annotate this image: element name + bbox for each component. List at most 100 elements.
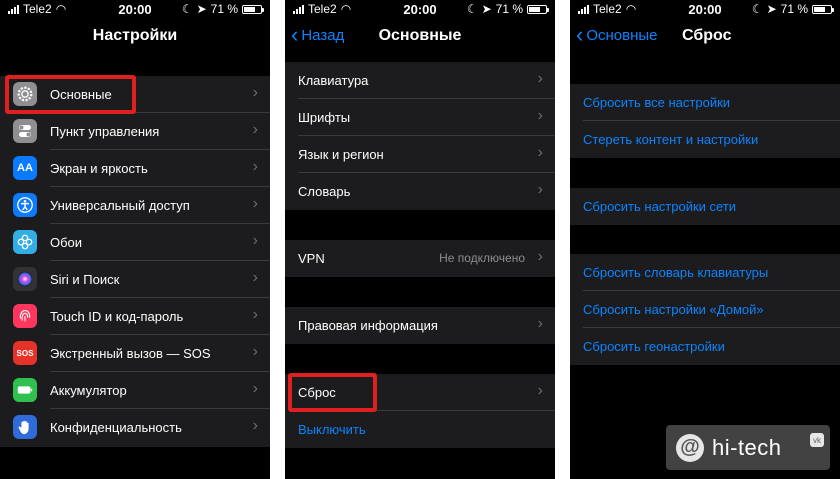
- sos-icon: SOS: [13, 341, 37, 365]
- legal-row[interactable]: Правовая информация ›: [285, 307, 555, 344]
- general-row-label: Шрифты: [298, 110, 351, 125]
- vpn-status: Не подключено: [439, 251, 525, 265]
- wallpaper-icon: [13, 230, 37, 254]
- vpn-group: VPN Не подключено ›: [285, 240, 555, 277]
- reset-option-row[interactable]: Сбросить настройки «Домой»: [570, 291, 840, 328]
- settings-row-sos[interactable]: SOS Экстренный вызов — SOS ›: [0, 335, 270, 372]
- reset-option-label: Стереть контент и настройки: [583, 132, 759, 147]
- settings-row-accessibility[interactable]: Универсальный доступ ›: [0, 187, 270, 224]
- nav-bar: Настройки: [0, 18, 270, 56]
- input-settings-group: Клавиатура › Шрифты › Язык и регион › Словарь ›: [285, 62, 555, 210]
- chevron-right-icon: ›: [537, 144, 543, 161]
- shutdown-label: Выключить: [298, 422, 366, 437]
- chevron-right-icon: ›: [537, 70, 543, 87]
- status-bar: Tele2 ◠ 20:00 ☾ ➤ 71 %: [285, 0, 555, 18]
- hi-tech-watermark: @ hi-tech vk: [666, 425, 830, 470]
- battery-icon: [242, 4, 264, 14]
- shutdown-row[interactable]: Выключить: [285, 411, 555, 448]
- general-screen: Tele2 ◠ 20:00 ☾ ➤ 71 % ‹ Назад Основные Клав…: [285, 0, 555, 479]
- chevron-right-icon: ›: [252, 380, 258, 397]
- siri-icon: [13, 267, 37, 291]
- legal-group: Правовая информация ›: [285, 307, 555, 344]
- reset-option-row[interactable]: Сбросить словарь клавиатуры: [570, 254, 840, 291]
- general-row-label: Язык и регион: [298, 147, 384, 162]
- reset-group-1: Сбросить все настройки Стереть контент и …: [570, 84, 840, 158]
- settings-row-privacy-hand[interactable]: Конфиденциальность ›: [0, 409, 270, 446]
- chevron-right-icon: ›: [252, 417, 258, 434]
- battery-label: 71 %: [210, 2, 238, 16]
- settings-row-wallpaper[interactable]: Обои ›: [0, 224, 270, 261]
- location-icon: ➤: [766, 2, 777, 16]
- vk-icon: vk: [810, 433, 824, 447]
- settings-list: Основные › Пункт управления › AA Экран и ярко…: [0, 76, 270, 447]
- general-row[interactable]: Язык и регион ›: [285, 136, 555, 173]
- status-bar: Tele2 ◠ 20:00 ☾ ➤ 71 %: [0, 0, 270, 18]
- moon-icon: ☾: [181, 2, 193, 16]
- reset-option-label: Сбросить геонастройки: [583, 339, 725, 354]
- chevron-right-icon: ›: [537, 248, 543, 265]
- legal-label: Правовая информация: [298, 318, 438, 333]
- settings-row-label: Экран и яркость: [50, 161, 148, 176]
- battery-icon: [13, 378, 37, 402]
- settings-row-fingerprint[interactable]: Touch ID и код-пароль ›: [0, 298, 270, 335]
- battery-icon: [812, 4, 834, 14]
- reset-option-label: Сбросить настройки «Домой»: [583, 302, 764, 317]
- settings-row-label: Аккумулятор: [50, 383, 127, 398]
- chevron-right-icon: ›: [252, 158, 258, 175]
- settings-row-label: Универсальный доступ: [50, 198, 190, 213]
- battery-label: 71 %: [780, 2, 808, 16]
- nav-bar: ‹ Назад Основные: [285, 18, 555, 56]
- battery-label: 71 %: [495, 2, 523, 16]
- vpn-label: VPN: [298, 251, 325, 266]
- page-title: Сброс: [682, 27, 732, 44]
- settings-row-label: Конфиденциальность: [50, 420, 182, 435]
- battery-fill: [244, 6, 256, 12]
- general-row[interactable]: Клавиатура ›: [285, 62, 555, 99]
- battery-icon: [527, 4, 549, 14]
- back-label: Основные: [586, 26, 658, 44]
- battery-fill: [529, 6, 541, 12]
- general-row[interactable]: Шрифты ›: [285, 99, 555, 136]
- page-title: Настройки: [92, 27, 178, 44]
- chevron-right-icon: ›: [252, 232, 258, 249]
- settings-row-siri[interactable]: Siri и Поиск ›: [0, 261, 270, 298]
- status-bar: Tele2 ◠ 20:00 ☾ ➤ 71 %: [570, 0, 840, 18]
- moon-icon: ☾: [751, 2, 763, 16]
- accessibility-icon: [13, 193, 37, 217]
- reset-option-row[interactable]: Сбросить все настройки: [570, 84, 840, 121]
- chevron-right-icon: ›: [252, 195, 258, 212]
- location-icon: ➤: [481, 2, 492, 16]
- settings-row-label: Пункт управления: [50, 124, 160, 139]
- general-row[interactable]: Словарь ›: [285, 173, 555, 210]
- display-icon: AA: [13, 156, 37, 180]
- general-row-label: Клавиатура: [298, 73, 369, 88]
- reset-screen: Tele2 ◠ 20:00 ☾ ➤ 71 % ‹ Основные Сброс Сбро…: [570, 0, 840, 479]
- chevron-right-icon: ›: [252, 343, 258, 360]
- highlight-box: [288, 373, 377, 412]
- back-button[interactable]: ‹ Основные: [576, 22, 658, 47]
- chevron-right-icon: ›: [537, 382, 543, 399]
- privacy-hand-icon: [13, 415, 37, 439]
- at-logo-icon: @: [676, 433, 704, 462]
- settings-row-display[interactable]: AA Экран и яркость ›: [0, 150, 270, 187]
- vpn-row[interactable]: VPN Не подключено ›: [285, 240, 555, 277]
- fingerprint-icon: [13, 304, 37, 328]
- reset-option-label: Сбросить все настройки: [583, 95, 731, 110]
- chevron-right-icon: ›: [252, 121, 258, 138]
- nav-bar: ‹ Основные Сброс: [570, 18, 840, 56]
- chevron-right-icon: ›: [537, 315, 543, 332]
- settings-row-label: Siri и Поиск: [50, 272, 120, 287]
- reset-option-row[interactable]: Сбросить геонастройки: [570, 328, 840, 365]
- settings-row-label: Обои: [50, 235, 83, 250]
- toggles-icon: [13, 119, 37, 143]
- chevron-right-icon: ›: [537, 181, 543, 198]
- location-icon: ➤: [196, 2, 207, 16]
- reset-group-3: Сбросить словарь клавиатуры Сбросить наст…: [570, 254, 840, 365]
- settings-row-battery[interactable]: Аккумулятор ›: [0, 372, 270, 409]
- settings-row-label: Touch ID и код-пароль: [50, 309, 184, 324]
- reset-option-row[interactable]: Сбросить настройки сети: [570, 188, 840, 225]
- chevron-left-icon: ‹: [576, 22, 584, 47]
- reset-option-label: Сбросить настройки сети: [583, 199, 737, 214]
- settings-row-toggles[interactable]: Пункт управления ›: [0, 113, 270, 150]
- reset-option-row[interactable]: Стереть контент и настройки: [570, 121, 840, 158]
